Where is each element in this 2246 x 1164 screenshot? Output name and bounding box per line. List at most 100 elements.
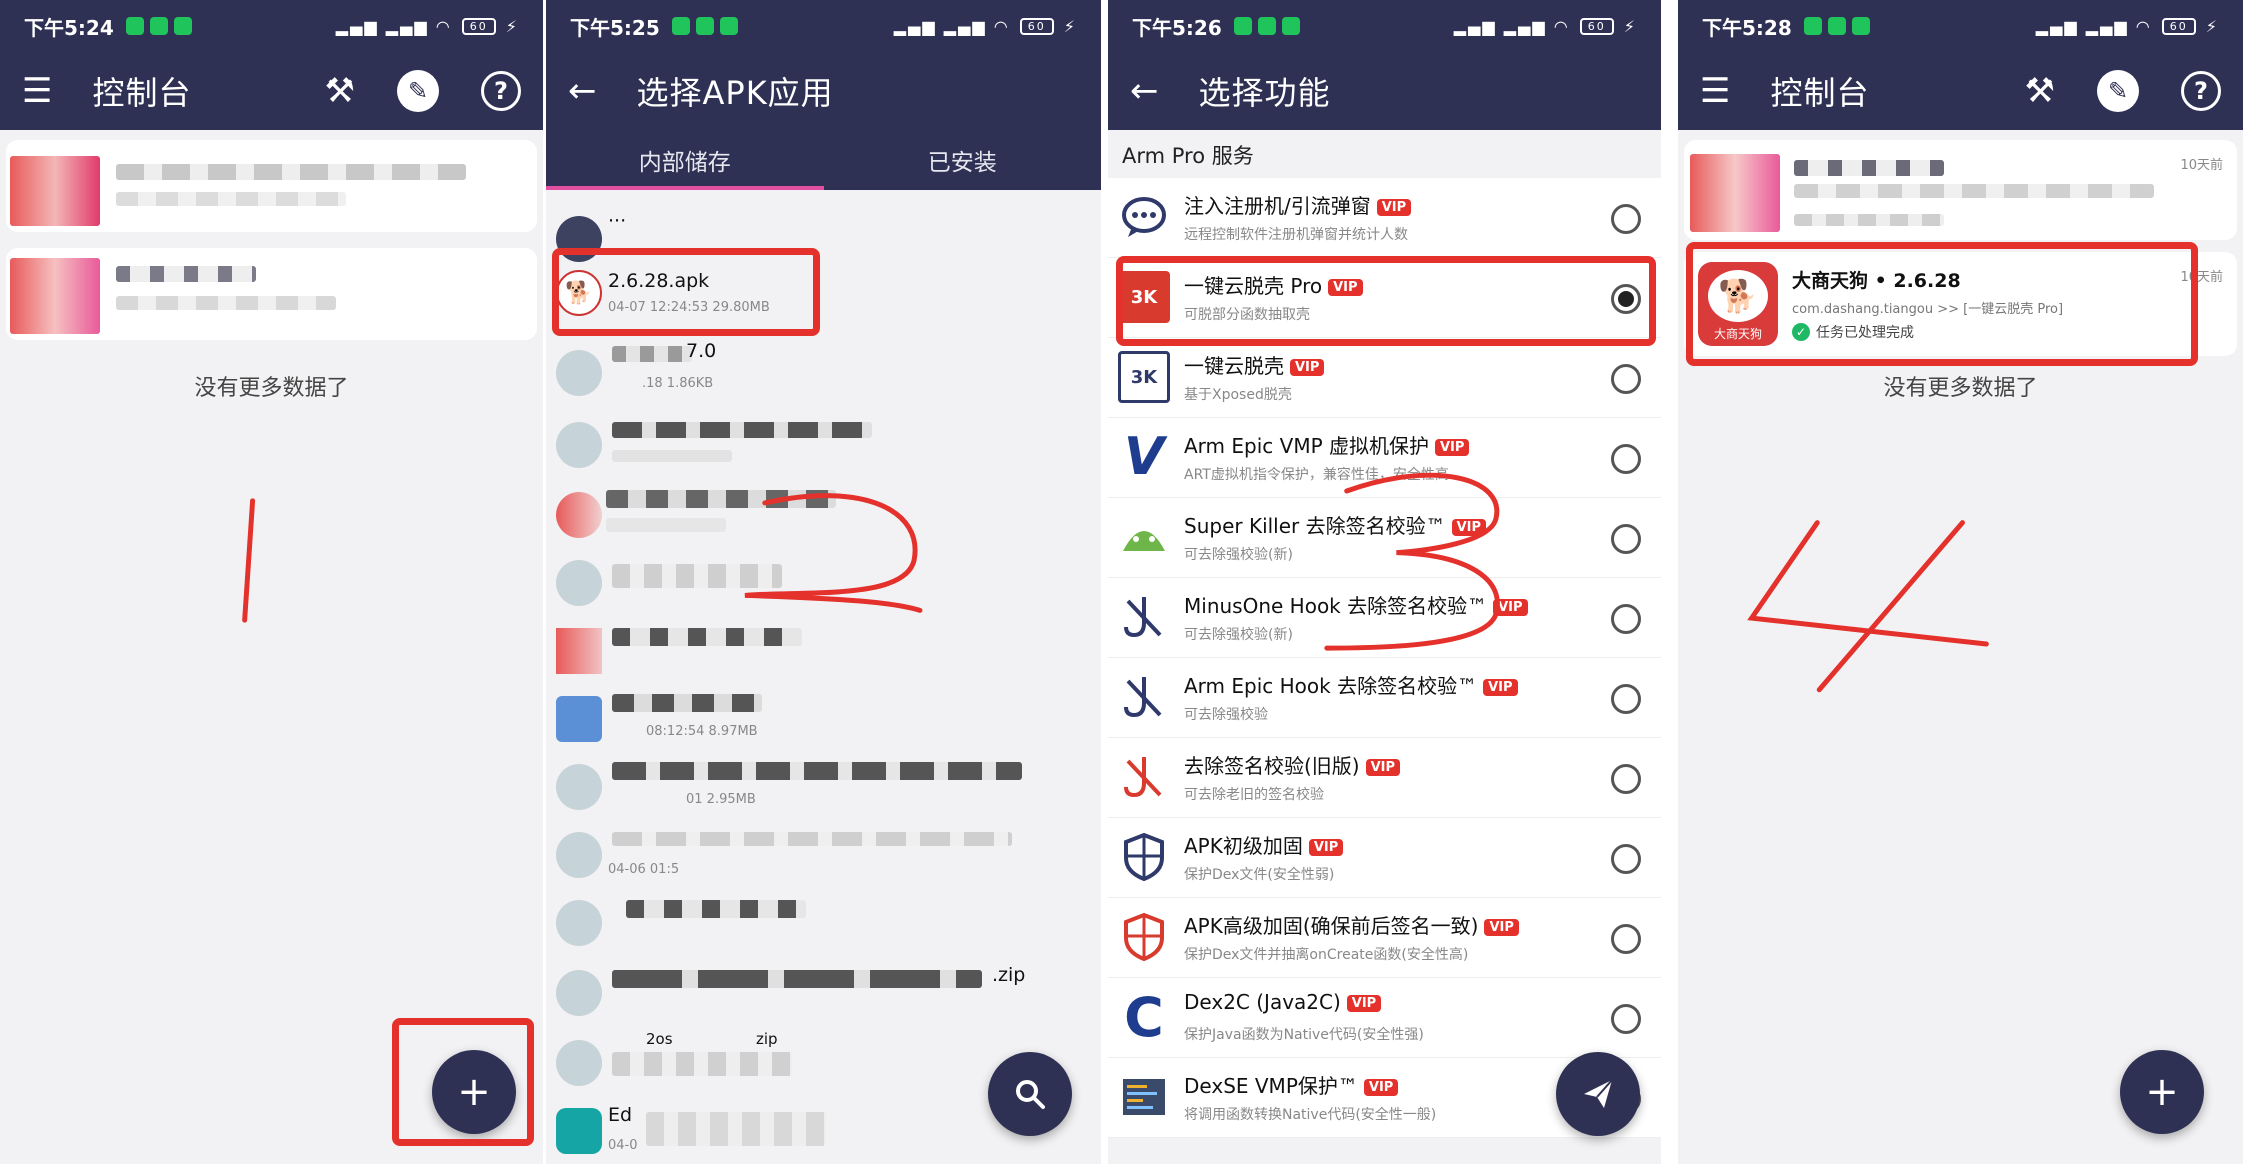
notification-icons: [1803, 17, 1870, 35]
task-card-blurred[interactable]: [6, 140, 537, 232]
file-partial-meta: .18 1.86KB: [642, 376, 714, 391]
tools-icon[interactable]: ⚒: [2025, 71, 2055, 111]
app-header: 下午5:28 ▂▄▆ ▂▄▆ ◠ 60 ⚡ ☰ 控制台 ⚒ ✎ ?: [1678, 0, 2243, 130]
function-title: MinusOne Hook 去除签名校验™: [1184, 594, 1488, 618]
function-item[interactable]: 去除签名校验(旧版) VIP 可去除老旧的签名校验: [1108, 738, 1661, 818]
file-icon: [556, 350, 602, 396]
file-icon: [556, 628, 602, 674]
menu-icon[interactable]: ☰: [1700, 71, 1730, 111]
android-icon: [1118, 511, 1170, 563]
function-radio[interactable]: [1611, 924, 1641, 954]
file-row-blurred[interactable]: [546, 550, 1101, 620]
file-row-blurred[interactable]: 01 2.95MB: [546, 754, 1101, 824]
function-radio[interactable]: [1611, 1004, 1641, 1034]
file-row-blurred[interactable]: [546, 412, 1101, 482]
vip-badge: VIP: [1435, 439, 1470, 456]
add-task-button[interactable]: +: [2120, 1050, 2204, 1134]
task-card-blurred[interactable]: 10天前: [1684, 140, 2237, 240]
function-title: 注入注册机/引流弹窗: [1184, 194, 1371, 218]
file-partial-text: 2os: [646, 1030, 673, 1048]
unpack-icon: 3K: [1118, 351, 1170, 403]
function-item[interactable]: C Dex2C (Java2C) VIP 保护Java函数为Native代码(安全…: [1108, 978, 1661, 1058]
status-time: 下午5:26: [1132, 15, 1222, 40]
file-row-blurred[interactable]: 04-06 01:5: [546, 822, 1101, 892]
file-row-blurred[interactable]: [546, 482, 1101, 552]
function-desc: 可去除强校验(新): [1184, 627, 1293, 643]
file-icon: [556, 560, 602, 606]
function-radio[interactable]: [1611, 764, 1641, 794]
file-icon: [556, 696, 602, 742]
task-card-blurred[interactable]: [6, 248, 537, 340]
function-radio[interactable]: [1611, 684, 1641, 714]
file-icon: [556, 422, 602, 468]
hook-old-icon: [1118, 751, 1170, 803]
highlight-selected-function: [1116, 256, 1656, 346]
function-item[interactable]: APK初级加固 VIP 保护Dex文件(安全性弱): [1108, 818, 1661, 898]
function-desc: 远程控制软件注册机弹窗并统计人数: [1184, 227, 1408, 243]
function-radio[interactable]: [1611, 524, 1641, 554]
file-row-blurred[interactable]: [546, 890, 1101, 960]
help-icon[interactable]: ?: [2181, 71, 2221, 111]
function-radio[interactable]: [1611, 604, 1641, 634]
status-time: 下午5:25: [570, 15, 660, 40]
search-button[interactable]: [988, 1052, 1072, 1136]
file-partial-text: Ed: [608, 1104, 633, 1126]
vip-badge: VIP: [1290, 359, 1325, 376]
help-icon[interactable]: ?: [481, 71, 521, 111]
back-arrow-icon[interactable]: ←: [1130, 71, 1159, 111]
app-header: 下午5:26 ▂▄▆ ▂▄▆ ◠ 60 ⚡ ← 选择功能: [1108, 0, 1661, 130]
function-title: APK初级加固: [1184, 834, 1303, 858]
status-time: 下午5:28: [1702, 15, 1792, 40]
menu-icon[interactable]: ☰: [22, 71, 52, 111]
function-item[interactable]: MinusOne Hook 去除签名校验™ VIP 可去除强校验(新): [1108, 578, 1661, 658]
function-item[interactable]: V Arm Epic VMP 虚拟机保护 VIP ART虚拟机指令保护，兼容性佳，…: [1108, 418, 1661, 498]
panel-dashboard-result: 下午5:28 ▂▄▆ ▂▄▆ ◠ 60 ⚡ ☰ 控制台 ⚒ ✎ ? 10天前 🐕…: [1678, 0, 2246, 1164]
signal-icons: ▂▄▆ ▂▄▆ ◠ 60 ⚡: [2035, 16, 2219, 36]
status-bar: 下午5:24 ▂▄▆ ▂▄▆ ◠ 60 ⚡: [0, 0, 543, 52]
signal-icons: ▂▄▆ ▂▄▆ ◠ 60 ⚡: [1453, 16, 1637, 36]
function-radio[interactable]: [1611, 204, 1641, 234]
guide-icon[interactable]: ✎: [2097, 70, 2139, 112]
highlight-add-button: [392, 1018, 534, 1146]
function-radio[interactable]: [1611, 364, 1641, 394]
function-item[interactable]: 注入注册机/引流弹窗 VIP 远程控制软件注册机弹窗并统计人数: [1108, 178, 1661, 258]
vip-badge: VIP: [1484, 919, 1519, 936]
chat-icon: [1118, 191, 1170, 243]
vip-badge: VIP: [1365, 759, 1401, 776]
back-arrow-icon[interactable]: ←: [568, 71, 597, 111]
shield-red-icon: [1118, 911, 1170, 963]
file-icon: [556, 970, 602, 1016]
tab-installed[interactable]: 已安装: [824, 130, 1102, 190]
vip-badge: VIP: [1483, 679, 1518, 696]
file-row-blurred[interactable]: 08:12:54 8.97MB: [546, 686, 1101, 756]
function-title: Arm Epic VMP 虚拟机保护: [1184, 434, 1429, 458]
page-title: 选择功能: [1198, 74, 1331, 112]
function-item[interactable]: APK高级加固(确保前后签名一致) VIP 保护Dex文件并抽离onCreate函…: [1108, 898, 1661, 978]
function-desc: 将调用函数转换Native代码(安全性一般): [1184, 1107, 1437, 1123]
vip-badge: VIP: [1308, 839, 1344, 856]
function-radio[interactable]: [1611, 444, 1641, 474]
function-item[interactable]: Super Killer 去除签名校验™ VIP 可去除强校验(新): [1108, 498, 1661, 578]
function-title: DexSE VMP保护™: [1184, 1074, 1358, 1098]
vip-badge: VIP: [1451, 519, 1487, 536]
function-title: 去除签名校验(旧版): [1184, 754, 1360, 778]
tools-icon[interactable]: ⚒: [325, 71, 355, 111]
hook-icon: [1118, 671, 1170, 723]
function-radio[interactable]: [1611, 844, 1641, 874]
function-desc: 保护Dex文件(安全性弱): [1184, 867, 1335, 883]
file-icon: [556, 832, 602, 878]
function-item[interactable]: 3K 一键云脱壳 VIP 基于Xposed脱壳: [1108, 338, 1661, 418]
function-title: Arm Epic Hook 去除签名校验™: [1184, 674, 1478, 698]
task-time: 10天前: [2180, 158, 2223, 173]
send-icon: [1584, 1079, 1613, 1108]
status-bar: 下午5:28 ▂▄▆ ▂▄▆ ◠ 60 ⚡: [1678, 0, 2243, 52]
file-row-blurred[interactable]: [546, 618, 1101, 688]
submit-button[interactable]: [1556, 1052, 1640, 1136]
file-row-blurred[interactable]: 7.0 .18 1.86KB: [546, 340, 1101, 410]
file-row-blurred[interactable]: .zip: [546, 960, 1101, 1030]
function-item[interactable]: Arm Epic Hook 去除签名校验™ VIP 可去除强校验: [1108, 658, 1661, 738]
guide-icon[interactable]: ✎: [397, 70, 439, 112]
empty-list-text: 没有更多数据了: [1883, 376, 2038, 401]
file-partial-meta: 01 2.95MB: [686, 792, 756, 807]
tab-internal-storage[interactable]: 内部储存: [546, 130, 824, 190]
